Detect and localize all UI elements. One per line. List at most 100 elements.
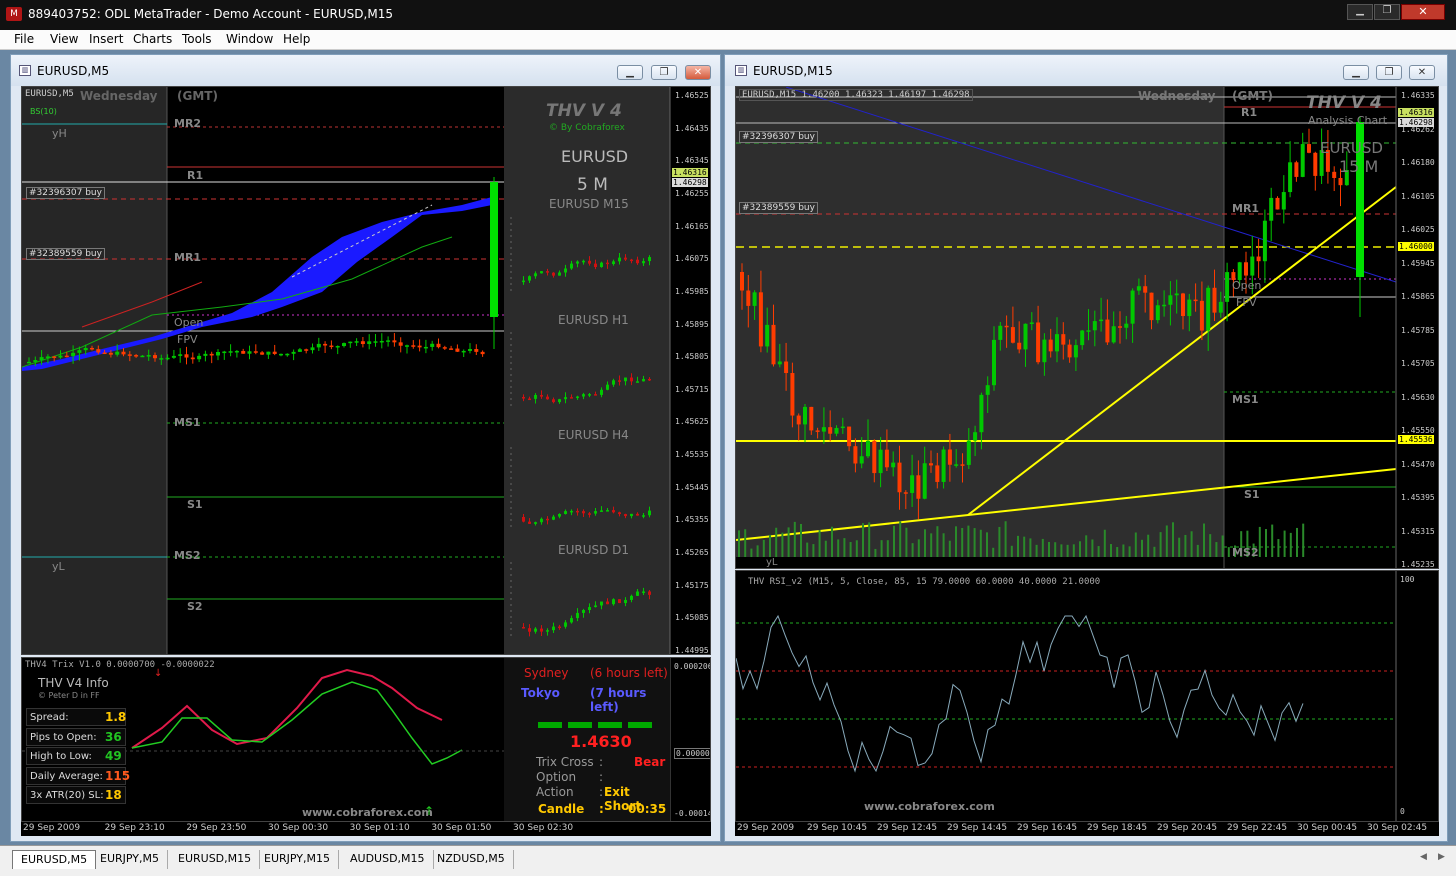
mini-candle [594, 263, 597, 268]
menu-window[interactable]: Window [226, 32, 273, 46]
trix-axis-top: 0.000206 [674, 662, 711, 671]
candle [480, 351, 485, 355]
menu-view[interactable]: View [50, 32, 78, 46]
volume-bar [750, 548, 753, 557]
tab-eurjpy-m5[interactable]: EURJPY,M5 [92, 850, 168, 869]
scroll-right-icon[interactable]: ▶ [1438, 852, 1445, 862]
volume-bar [1072, 544, 1075, 557]
window-header[interactable]: ▥ EURUSD,M15 ▁ ❐ ✕ [725, 55, 1447, 86]
price-axis-label: 1.45715 [675, 384, 709, 394]
price-chart-svg[interactable] [22, 87, 711, 655]
candle [436, 343, 441, 348]
volume-bar [899, 521, 902, 557]
volume-bar [1116, 547, 1119, 557]
menu-file[interactable]: File [14, 32, 34, 46]
chart-window-eurusd-m15[interactable]: ▥ EURUSD,M15 ▁ ❐ ✕ EURUSD,M15 1.46200 1.… [724, 54, 1448, 842]
current-bar [490, 182, 498, 317]
mini-candle [600, 510, 603, 512]
volume-bar [1209, 534, 1212, 557]
mini-candle [588, 260, 591, 264]
time-axis: 29 Sep 2009 29 Sep 23:10 29 Sep 23:50 30 Se… [21, 822, 711, 836]
candle [474, 349, 479, 352]
window-close-icon[interactable]: ✕ [685, 65, 711, 80]
info-row-value: 18 [105, 788, 122, 802]
candle [1055, 334, 1059, 352]
mini-candle [606, 601, 609, 605]
minimize-icon[interactable]: ▁ [1347, 4, 1373, 20]
volume-bar [936, 526, 939, 557]
menu-tools[interactable]: Tools [182, 32, 212, 46]
candle [1023, 323, 1028, 350]
candle [1143, 286, 1148, 293]
price-axis-label: 1.45865 [1401, 292, 1435, 301]
volume-bar [837, 539, 840, 557]
mini-candle [552, 626, 555, 631]
window-header[interactable]: ▥ EURUSD,M5 ▁ ❐ ✕ [11, 55, 720, 86]
mini-candle [558, 513, 561, 517]
mini-candle [588, 513, 591, 515]
menu-help[interactable]: Help [283, 32, 310, 46]
price-chart-svg[interactable] [736, 87, 1439, 569]
window-minimize-icon[interactable]: ▁ [617, 65, 643, 80]
mini-candle [594, 605, 597, 608]
time-axis-label: 30 Sep 02:30 [513, 823, 574, 833]
chart-window-eurusd-m5[interactable]: ▥ EURUSD,M5 ▁ ❐ ✕ EURUSD,M5 Wednesday (G… [10, 54, 721, 842]
volume-bar [769, 534, 771, 557]
candle [411, 345, 416, 347]
tab-audusd-m15[interactable]: AUDUSD,M15 [342, 850, 434, 869]
mini-candle [576, 510, 579, 513]
window-restore-icon[interactable]: ❐ [651, 65, 677, 80]
mini-candle [576, 612, 579, 619]
tab-eurusd-m15[interactable]: EURUSD,M15 [170, 850, 261, 869]
main-chart[interactable]: EURUSD,M5 Wednesday (GMT) BS(10) yH MR2 … [21, 86, 711, 655]
current-price: 1.4630 [570, 732, 632, 751]
candle [134, 355, 139, 357]
scroll-left-icon[interactable]: ◀ [1420, 852, 1427, 862]
candle [897, 462, 902, 493]
mini-candle [588, 394, 591, 396]
info-row-value: 1.8 [105, 710, 127, 724]
volume-bar [874, 548, 877, 557]
candle [1168, 295, 1173, 305]
candle [392, 340, 397, 343]
price-tag-4: 1.45536 [1398, 435, 1434, 444]
candle [360, 341, 365, 345]
candle [197, 355, 202, 360]
tab-nzdusd-m5[interactable]: NZDUSD,M5 [429, 850, 514, 869]
candle [247, 351, 252, 354]
candle [1162, 304, 1167, 307]
candle [1294, 162, 1299, 177]
trix-subchart[interactable]: THV4 Trix V1.0 0.0000700 -0.0000022 ↓ TH… [21, 657, 711, 822]
volume-bar [1203, 523, 1205, 557]
window-restore-icon[interactable]: ❐ [1376, 65, 1402, 80]
menu-charts[interactable]: Charts [133, 32, 172, 46]
menu-insert[interactable]: Insert [89, 32, 123, 46]
candle [1332, 171, 1337, 178]
window-minimize-icon[interactable]: ▁ [1343, 65, 1369, 80]
mini-candle [564, 268, 567, 273]
volume-bar [756, 545, 759, 557]
main-chart[interactable]: EURUSD,M15 1.46200 1.46323 1.46197 1.462… [735, 86, 1439, 569]
tab-eurusd-m5[interactable]: EURUSD,M5 [12, 850, 97, 869]
close-icon[interactable]: ✕ [1401, 4, 1445, 20]
price-axis-label: 1.45805 [675, 352, 709, 362]
volume-bar [775, 527, 778, 557]
candle [33, 360, 38, 362]
maximize-icon[interactable]: ❐ [1374, 4, 1400, 20]
candle [1256, 256, 1261, 262]
info-row-value: 36 [105, 729, 122, 744]
candle [859, 456, 864, 464]
mini-candle [534, 395, 537, 399]
tab-eurjpy-m15[interactable]: EURJPY,M15 [256, 850, 339, 869]
rsi-subchart[interactable]: THV RSI_v2 (M15, 5, Close, 85, 15 79.000… [735, 570, 1439, 822]
window-close-icon[interactable]: ✕ [1409, 65, 1435, 80]
candle [1136, 286, 1141, 291]
volume-bar [1178, 537, 1181, 557]
candle [903, 492, 908, 494]
colon-1: : [599, 755, 604, 769]
candle [834, 427, 839, 434]
volume-bar [967, 525, 970, 557]
info-row: Spread: 1.8 [26, 708, 126, 726]
mini-candle [648, 378, 651, 381]
candle [1029, 322, 1034, 324]
